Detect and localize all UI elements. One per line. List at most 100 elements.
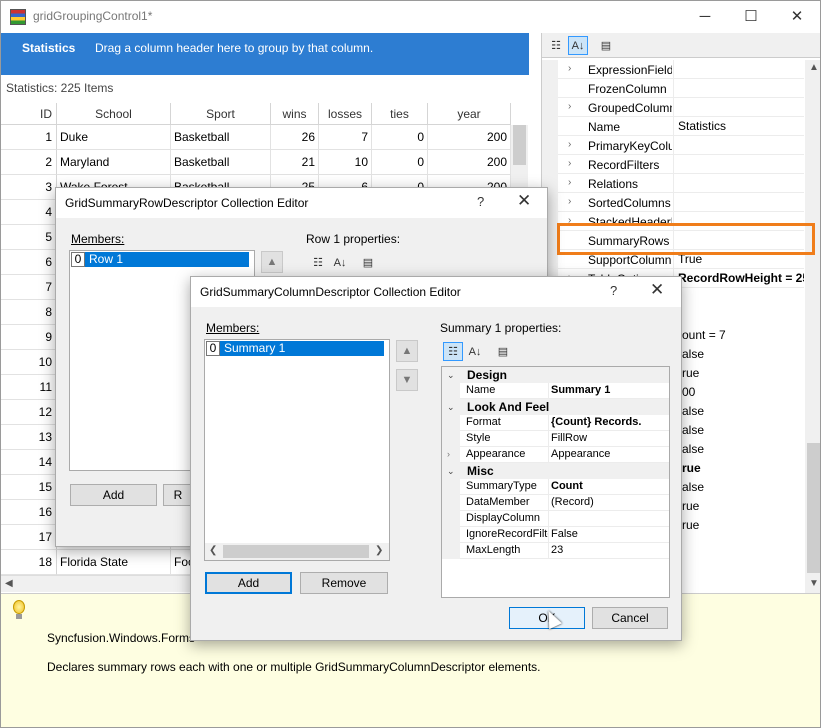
column-add-button[interactable]: Add [205, 572, 292, 594]
column-header-sport[interactable]: Sport [171, 103, 271, 125]
scroll-thumb[interactable] [513, 125, 526, 165]
property-pages-icon[interactable]: ▤ [493, 342, 513, 361]
grid-cell-school[interactable]: Maryland [57, 150, 171, 175]
property-row[interactable]: SupportColumnReorderTrue [542, 250, 804, 269]
scroll-left-icon[interactable]: ❮ [209, 545, 217, 556]
grid-cell-sport[interactable]: Basketball [171, 125, 271, 150]
collapse-icon[interactable]: ⌄ [447, 367, 455, 383]
category-misc[interactable]: ⌄ Misc [442, 463, 669, 479]
property-value[interactable] [673, 193, 804, 212]
expand-chevron-icon[interactable]: › [447, 447, 450, 462]
scroll-thumb[interactable] [807, 443, 820, 573]
property-row[interactable]: Name Statistics [542, 117, 804, 136]
property-value[interactable]: Appearance [548, 447, 669, 463]
property-row[interactable]: › RecordFilters [542, 155, 804, 174]
property-value[interactable] [673, 155, 804, 174]
move-up-icon[interactable]: ▲ [396, 340, 418, 362]
property-value[interactable]: False [548, 527, 669, 543]
close-button[interactable]: ✕ [774, 1, 820, 32]
grid-cell-sport[interactable]: Basketball [171, 150, 271, 175]
property-row[interactable]: Style FillRow [442, 431, 669, 447]
property-value[interactable] [673, 231, 804, 250]
scroll-thumb[interactable] [223, 545, 369, 558]
grid-cell-ties[interactable]: 0 [372, 125, 428, 150]
categorized-icon[interactable]: ☷ [443, 342, 463, 361]
list-item[interactable]: 0 Row 1 [71, 252, 253, 268]
expand-chevron-icon[interactable]: › [568, 101, 571, 112]
property-row[interactable]: FrozenColumn [542, 79, 804, 98]
property-row[interactable]: › PrimaryKeyColumns [542, 136, 804, 155]
property-value[interactable]: True [673, 250, 804, 269]
property-row[interactable]: › SortedColumns [542, 193, 804, 212]
column-header-ties[interactable]: ties [372, 103, 428, 125]
property-row[interactable]: › ExpressionFields [542, 60, 804, 79]
row-add-button[interactable]: Add [70, 484, 157, 506]
expand-chevron-icon[interactable]: › [568, 158, 571, 169]
property-value[interactable]: 23 [548, 543, 669, 559]
cancel-button[interactable]: Cancel [592, 607, 668, 629]
property-row[interactable]: IgnoreRecordFilter False [442, 527, 669, 543]
grid-cell-year[interactable]: 200 [428, 150, 511, 175]
property-grid-scrollbar[interactable]: ▲ ▼ [805, 60, 820, 593]
property-row[interactable]: DataMember (Record) [442, 495, 669, 511]
scroll-up-icon[interactable]: ▲ [809, 62, 819, 73]
property-pages-icon[interactable]: ▤ [596, 36, 616, 55]
property-value[interactable]: (Record) [548, 495, 669, 511]
category-design[interactable]: ⌄ Design [442, 367, 669, 383]
help-icon[interactable]: ? [477, 194, 484, 209]
property-row[interactable]: › StackedHeaderRows [542, 212, 804, 231]
summary-property-grid[interactable]: ⌄ Design Name Summary 1 ⌄ Look And Feel Format… [441, 366, 670, 598]
property-row[interactable]: › GroupedColumns [542, 98, 804, 117]
column-header-year[interactable]: year [428, 103, 511, 125]
property-value[interactable] [673, 98, 804, 117]
property-value[interactable]: Summary 1 [548, 383, 669, 399]
property-value[interactable]: {Count} Records. [548, 415, 669, 431]
move-up-icon[interactable]: ▲ [261, 251, 283, 273]
categorized-icon[interactable]: ☷ [546, 36, 566, 55]
property-value[interactable] [673, 60, 804, 79]
scroll-right-icon[interactable]: ❯ [375, 545, 383, 556]
grid-cell-losses[interactable]: 7 [319, 125, 372, 150]
property-row[interactable]: › Appearance Appearance [442, 447, 669, 463]
category-look-and-feel[interactable]: ⌄ Look And Feel [442, 399, 669, 415]
close-icon[interactable]: ✕ [650, 280, 664, 300]
property-value[interactable] [673, 136, 804, 155]
property-row[interactable]: MaxLength 23 [442, 543, 669, 559]
categorized-icon[interactable]: ☷ [308, 253, 328, 272]
expand-chevron-icon[interactable]: › [568, 139, 571, 150]
expand-chevron-icon[interactable]: › [568, 63, 571, 74]
property-row[interactable]: SummaryType Count [442, 479, 669, 495]
column-header-wins[interactable]: wins [271, 103, 319, 125]
property-row[interactable]: DisplayColumn [442, 511, 669, 527]
grid-cell-losses[interactable]: 10 [319, 150, 372, 175]
property-value[interactable] [673, 212, 804, 231]
maximize-button[interactable]: ☐ [728, 1, 774, 32]
collapse-icon[interactable]: ⌄ [447, 463, 455, 479]
close-icon[interactable]: ✕ [517, 191, 531, 211]
alphabetical-icon[interactable]: A↓ [465, 342, 485, 361]
property-row[interactable]: SummaryRows [542, 231, 804, 250]
grid-cell-ties[interactable]: 0 [372, 150, 428, 175]
scroll-down-icon[interactable]: ▼ [809, 578, 819, 589]
move-down-icon[interactable]: ▼ [396, 369, 418, 391]
column-header-id[interactable]: ID [1, 103, 57, 125]
group-drop-area[interactable]: Statistics Drag a column header here to … [1, 33, 529, 75]
help-icon[interactable]: ? [610, 283, 617, 298]
expand-chevron-icon[interactable]: › [568, 215, 571, 226]
alphabetical-icon[interactable]: A↓ [568, 36, 588, 55]
grid-cell-year[interactable]: 200 [428, 125, 511, 150]
column-members-list[interactable]: 0 Summary 1 ❮ ❯ [204, 339, 390, 561]
expand-chevron-icon[interactable]: › [568, 196, 571, 207]
minimize-button[interactable]: ─ [682, 1, 728, 32]
property-value[interactable]: RecordRowHeight = 25 [673, 269, 804, 288]
property-value[interactable]: Count [548, 479, 669, 495]
property-row[interactable]: Format {Count} Records. [442, 415, 669, 431]
collapse-icon[interactable]: ⌄ [447, 399, 455, 415]
property-value[interactable] [548, 511, 669, 527]
grid-cell-school[interactable]: Florida State [57, 550, 171, 575]
property-row[interactable]: Name Summary 1 [442, 383, 669, 399]
alphabetical-icon[interactable]: A↓ [330, 253, 350, 272]
grid-cell-wins[interactable]: 21 [271, 150, 319, 175]
column-header-losses[interactable]: losses [319, 103, 372, 125]
expand-chevron-icon[interactable]: › [568, 177, 571, 188]
